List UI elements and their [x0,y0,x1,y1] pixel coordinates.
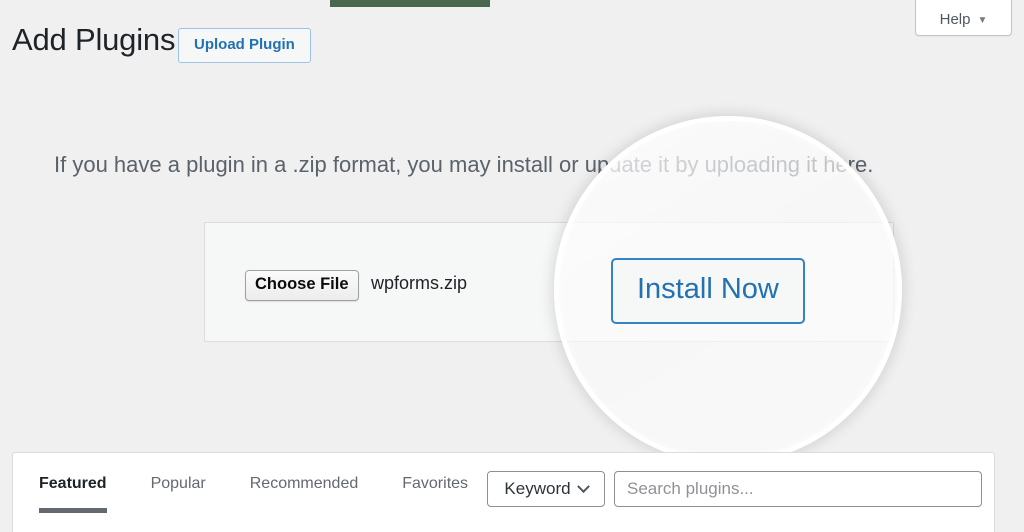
page-title: Add Plugins [12,22,176,57]
chevron-down-icon: ▼ [977,15,988,26]
annotation-highlight-bar [330,0,490,7]
chevron-down-icon [576,479,590,493]
help-label: Help [939,11,971,28]
selected-file-name: wpforms.zip [371,273,468,293]
tab-featured[interactable]: Featured [39,475,107,513]
plugin-filter-tabs: Featured Popular Recommended Favorites [39,475,512,513]
upload-plugin-button[interactable]: Upload Plugin [178,28,311,63]
search-type-select[interactable]: Keyword [487,471,605,507]
search-plugins-input[interactable] [614,471,982,507]
tab-favorites[interactable]: Favorites [402,475,468,513]
wordpress-add-plugins-screen: Add Plugins Upload Plugin Help ▼ If you … [0,0,1024,532]
search-type-value: Keyword [504,479,571,498]
install-now-button[interactable]: Install Now [611,258,805,325]
tab-popular[interactable]: Popular [151,475,206,513]
choose-file-button[interactable]: Choose File [245,270,359,301]
tab-recommended[interactable]: Recommended [250,475,359,513]
help-toggle-button[interactable]: Help ▼ [915,0,1012,36]
upload-description: If you have a plugin in a .zip format, y… [54,152,874,177]
